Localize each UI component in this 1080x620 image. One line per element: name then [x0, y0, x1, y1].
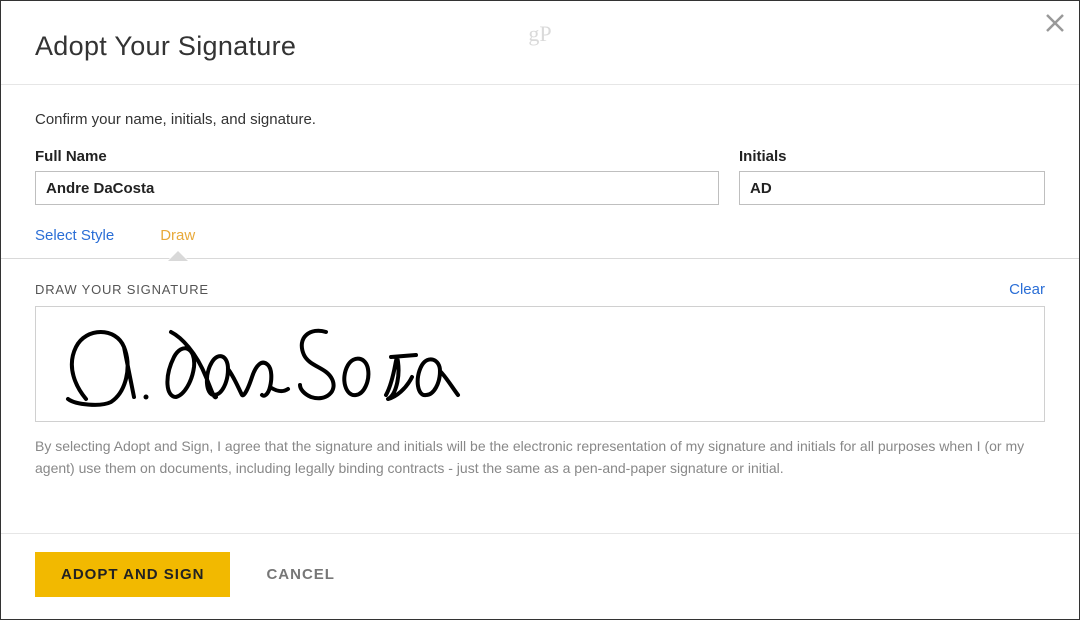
draw-header: DRAW YOUR SIGNATURE Clear: [35, 281, 1045, 298]
clear-button[interactable]: Clear: [1009, 281, 1045, 298]
adopt-signature-modal: gP Adopt Your Signature Confirm your nam…: [0, 0, 1080, 620]
tab-draw-label: Draw: [160, 227, 195, 244]
full-name-input[interactable]: [35, 171, 719, 205]
tab-select-style[interactable]: Select Style: [35, 227, 114, 258]
full-name-label: Full Name: [35, 148, 719, 165]
close-icon[interactable]: [1045, 11, 1065, 37]
initials-group: Initials: [739, 148, 1045, 205]
legal-text: By selecting Adopt and Sign, I agree tha…: [1, 422, 1079, 479]
field-row: Full Name Initials: [35, 148, 1045, 205]
tab-draw[interactable]: Draw: [160, 227, 195, 258]
initials-label: Initials: [739, 148, 1045, 165]
modal-header: Adopt Your Signature: [1, 1, 1079, 84]
modal-footer: ADOPT AND SIGN CANCEL: [1, 533, 1079, 619]
modal-title: Adopt Your Signature: [35, 31, 1045, 62]
body-section: Confirm your name, initials, and signatu…: [1, 85, 1079, 205]
draw-section: DRAW YOUR SIGNATURE Clear: [1, 259, 1079, 422]
signature-drawing-icon: [56, 317, 476, 413]
initials-input[interactable]: [739, 171, 1045, 205]
tab-bar: Select Style Draw: [1, 227, 1079, 258]
full-name-group: Full Name: [35, 148, 719, 205]
tab-active-indicator-icon: [169, 250, 187, 259]
draw-signature-label: DRAW YOUR SIGNATURE: [35, 282, 209, 297]
signature-canvas[interactable]: [35, 306, 1045, 422]
cancel-button[interactable]: CANCEL: [266, 566, 335, 583]
instruction-text: Confirm your name, initials, and signatu…: [35, 111, 1045, 128]
adopt-and-sign-button[interactable]: ADOPT AND SIGN: [35, 552, 230, 597]
